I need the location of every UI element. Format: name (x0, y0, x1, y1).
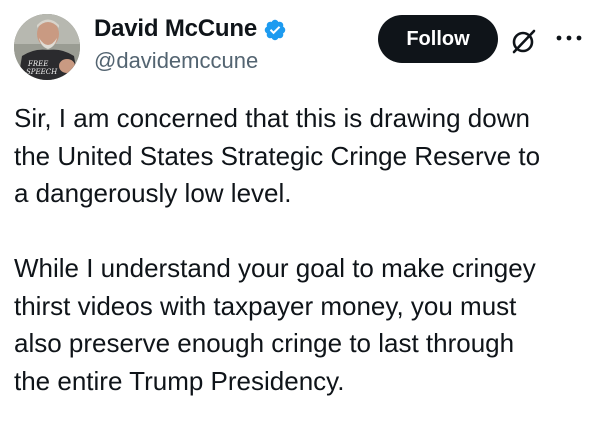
tweet-body: Sir, I am concerned that this is drawing… (14, 100, 590, 400)
tweet-card: FREE SPEECH David McCune @davidemccune F… (0, 0, 600, 421)
grok-slash-icon[interactable] (508, 26, 538, 56)
author-name-row: David McCune (94, 12, 287, 46)
avatar-photo: FREE SPEECH (14, 14, 80, 80)
follow-button[interactable]: Follow (378, 15, 498, 63)
author-display-name[interactable]: David McCune (94, 15, 257, 43)
tweet-paragraph: While I understand your goal to make cri… (14, 253, 536, 396)
avatar-shirt-text: FREE (27, 60, 48, 68)
verified-badge-icon (263, 18, 287, 42)
avatar[interactable]: FREE SPEECH (14, 14, 80, 80)
svg-text:SPEECH: SPEECH (26, 68, 58, 76)
more-horizontal-icon[interactable] (552, 28, 586, 48)
author-handle[interactable]: @davidemccune (94, 48, 258, 74)
tweet-paragraph: Sir, I am concerned that this is drawing… (14, 103, 541, 208)
